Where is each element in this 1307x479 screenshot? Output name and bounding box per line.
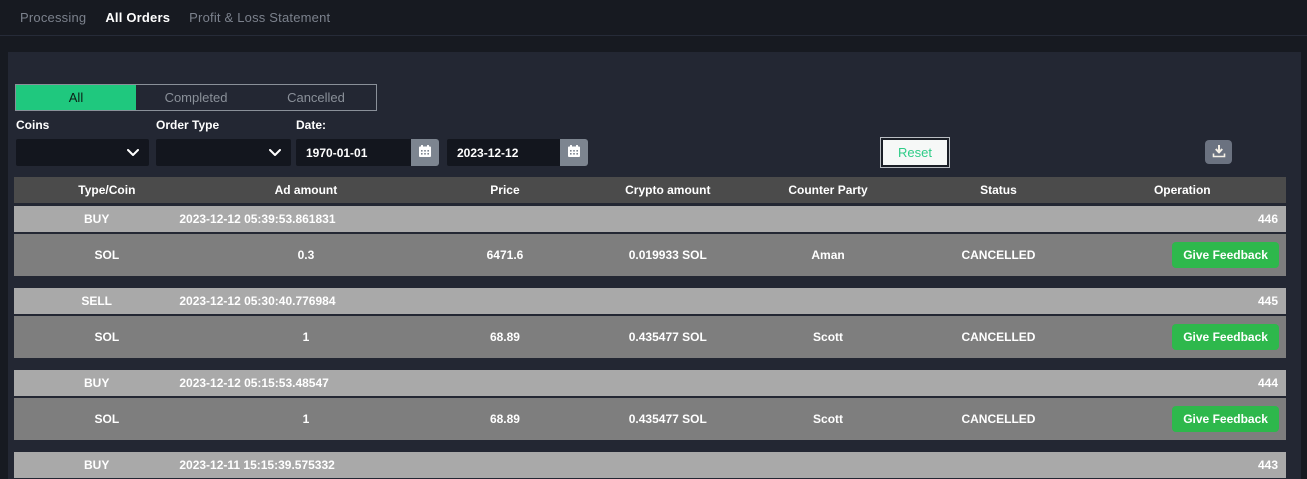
date-from-calendar-button[interactable] <box>411 139 439 166</box>
order-status: CANCELLED <box>918 248 1078 262</box>
coins-label: Coins <box>16 118 49 132</box>
order-coin: SOL <box>14 330 200 344</box>
order-number: 446 <box>1258 212 1286 226</box>
order-group-header: BUY 2023-12-12 05:39:53.861831 446 <box>14 206 1286 232</box>
order-type: BUY <box>14 458 179 472</box>
order-type-label: Order Type <box>156 118 219 132</box>
topnav-tab[interactable]: All Orders <box>105 10 170 25</box>
order-crypto-amount: 0.019933 SOL <box>598 248 738 262</box>
status-filter-tab[interactable]: Cancelled <box>256 85 376 110</box>
download-button[interactable] <box>1205 140 1232 164</box>
table-header-cell: Status <box>918 177 1078 203</box>
order-type: SELL <box>14 294 179 308</box>
order-ad-amount: 0.3 <box>200 248 412 262</box>
table-header-cell: Ad amount <box>200 177 412 203</box>
order-counter-party: Scott <box>738 412 919 426</box>
order-counter-party: Aman <box>738 248 919 262</box>
order-type-select[interactable] <box>156 139 291 166</box>
give-feedback-button[interactable]: Give Feedback <box>1172 242 1279 268</box>
order-group: BUY 2023-12-11 15:15:39.575332 443 <box>14 452 1286 478</box>
chevron-down-icon <box>127 144 139 162</box>
table-header-cell: Type/Coin <box>14 177 200 203</box>
date-to-calendar-button[interactable] <box>560 139 588 166</box>
order-price: 68.89 <box>412 330 598 344</box>
order-coin: SOL <box>14 412 200 426</box>
status-filter-tabs: All Completed Cancelled <box>15 84 377 111</box>
order-row: SOL 1 68.89 0.435477 SOL Scott CANCELLED… <box>14 398 1286 440</box>
order-ad-amount: 1 <box>200 412 412 426</box>
order-group: SELL 2023-12-12 05:30:40.776984 445 SOL … <box>14 288 1286 358</box>
order-price: 6471.6 <box>412 248 598 262</box>
table-header-cell: Price <box>412 177 598 203</box>
date-to-input[interactable] <box>447 139 560 166</box>
download-icon <box>1212 144 1226 161</box>
order-timestamp: 2023-12-12 05:39:53.861831 <box>179 212 1258 226</box>
table-header-cell: Crypto amount <box>598 177 738 203</box>
give-feedback-button[interactable]: Give Feedback <box>1172 406 1279 432</box>
order-price: 68.89 <box>412 412 598 426</box>
order-status: CANCELLED <box>918 330 1078 344</box>
chevron-down-icon <box>269 144 281 162</box>
order-operation-cell: Give Feedback <box>1079 242 1286 268</box>
topnav-tab[interactable]: Profit & Loss Statement <box>189 10 330 25</box>
top-navigation-bar: Processing All Orders Profit & Loss Stat… <box>0 0 1307 36</box>
order-status: CANCELLED <box>918 412 1078 426</box>
order-coin: SOL <box>14 248 200 262</box>
order-timestamp: 2023-12-12 05:30:40.776984 <box>179 294 1258 308</box>
order-crypto-amount: 0.435477 SOL <box>598 412 738 426</box>
calendar-icon <box>418 144 432 161</box>
reset-button[interactable]: Reset <box>881 138 949 167</box>
orders-panel: All Completed Cancelled Coins Order Type… <box>8 52 1301 479</box>
order-counter-party: Scott <box>738 330 919 344</box>
table-header-cell: Counter Party <box>738 177 919 203</box>
table-header-row: Type/Coin Ad amount Price Crypto amount … <box>14 177 1286 203</box>
give-feedback-button[interactable]: Give Feedback <box>1172 324 1279 350</box>
status-filter-tab[interactable]: All <box>16 85 136 110</box>
order-timestamp: 2023-12-12 05:15:53.48547 <box>179 376 1258 390</box>
order-row: SOL 0.3 6471.6 0.019933 SOL Aman CANCELL… <box>14 234 1286 276</box>
date-label: Date: <box>296 118 326 132</box>
table-header-cell: Operation <box>1079 177 1286 203</box>
order-operation-cell: Give Feedback <box>1079 406 1286 432</box>
order-number: 444 <box>1258 376 1286 390</box>
order-group: BUY 2023-12-12 05:15:53.48547 444 SOL 1 … <box>14 370 1286 440</box>
order-group-header: SELL 2023-12-12 05:30:40.776984 445 <box>14 288 1286 314</box>
order-ad-amount: 1 <box>200 330 412 344</box>
status-filter-tab[interactable]: Completed <box>136 85 256 110</box>
order-group: BUY 2023-12-12 05:39:53.861831 446 SOL 0… <box>14 206 1286 276</box>
order-number: 443 <box>1258 458 1286 472</box>
date-from-input[interactable] <box>296 139 411 166</box>
order-type: BUY <box>14 376 179 390</box>
order-group-header: BUY 2023-12-11 15:15:39.575332 443 <box>14 452 1286 478</box>
order-operation-cell: Give Feedback <box>1079 324 1286 350</box>
order-group-header: BUY 2023-12-12 05:15:53.48547 444 <box>14 370 1286 396</box>
order-row: SOL 1 68.89 0.435477 SOL Scott CANCELLED… <box>14 316 1286 358</box>
orders-table: Type/Coin Ad amount Price Crypto amount … <box>14 177 1286 479</box>
calendar-icon <box>567 144 581 161</box>
order-crypto-amount: 0.435477 SOL <box>598 330 738 344</box>
coins-select[interactable] <box>16 139 149 166</box>
order-type: BUY <box>14 212 179 226</box>
order-timestamp: 2023-12-11 15:15:39.575332 <box>179 458 1258 472</box>
date-to-group <box>447 139 588 166</box>
order-number: 445 <box>1258 294 1286 308</box>
date-from-group <box>296 139 439 166</box>
topnav-tab[interactable]: Processing <box>20 10 86 25</box>
